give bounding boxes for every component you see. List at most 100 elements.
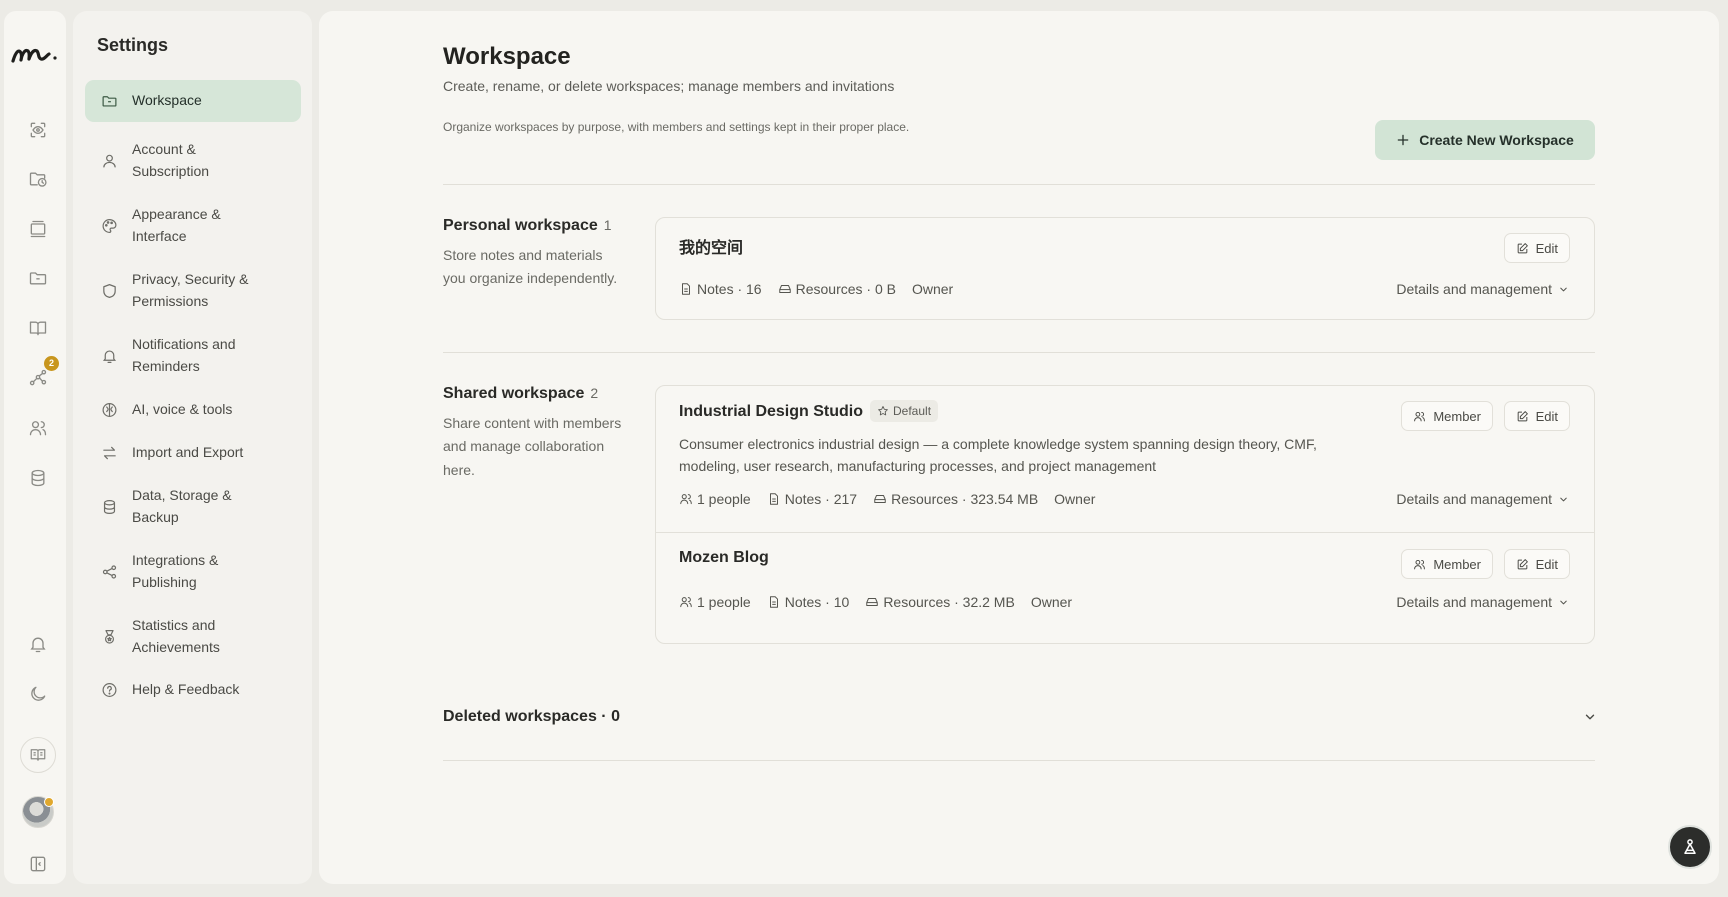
people-stat: 1 people xyxy=(679,491,751,507)
workspace-name: 我的空间 xyxy=(679,240,744,257)
create-workspace-label: Create New Workspace xyxy=(1419,132,1574,148)
brain-icon xyxy=(101,402,118,419)
notes-stat: Notes · 10 xyxy=(767,594,849,610)
resources-stat: Resources · 32.2 MB xyxy=(865,594,1015,610)
focus-icon[interactable] xyxy=(22,114,54,146)
file-icon xyxy=(767,595,781,609)
edit-icon xyxy=(1516,558,1529,571)
nav-item-account[interactable]: Account & Subscription xyxy=(85,128,301,193)
users-icon xyxy=(679,595,693,609)
users-icon xyxy=(1413,558,1426,571)
database-icon[interactable] xyxy=(22,462,54,494)
nav-item-help[interactable]: Help & Feedback xyxy=(85,669,301,711)
workspace-meta: Notes · 16 Resources · 0 B Owner xyxy=(679,281,969,297)
shared-section-title: Shared workspace 2 xyxy=(443,385,598,403)
notes-stat: Notes · 217 xyxy=(767,491,857,507)
personal-workspace-card: 我的空间 Edit Notes · 16 Resources · 0 B Own… xyxy=(655,217,1595,320)
edit-button[interactable]: Edit xyxy=(1503,549,1570,579)
bell-icon[interactable] xyxy=(22,628,54,660)
share-icon xyxy=(101,563,118,580)
deleted-workspaces-toggle[interactable]: Deleted workspaces · 0 xyxy=(443,708,620,726)
guide-book-icon[interactable] xyxy=(20,737,56,773)
resources-size: Resources · 0 B xyxy=(795,281,896,297)
workspace-name: Industrial Design Studio xyxy=(679,403,864,420)
workspace-row: Mozen Blog Member Edit 1 people Notes · … xyxy=(656,532,1594,643)
book-open-icon[interactable] xyxy=(22,312,54,344)
people-count: 1 people xyxy=(697,491,751,507)
crown-icon xyxy=(44,797,54,807)
moon-icon[interactable] xyxy=(22,678,54,710)
page-description: Organize workspaces by purpose, with mem… xyxy=(443,120,910,134)
users-icon[interactable] xyxy=(22,412,54,444)
people-count: 1 people xyxy=(697,594,751,610)
chevron-down-icon[interactable] xyxy=(1583,710,1597,729)
app-logo[interactable] xyxy=(9,44,61,71)
details-and-management[interactable]: Details and management xyxy=(1396,281,1569,297)
edit-label: Edit xyxy=(1535,240,1558,256)
help-icon xyxy=(101,682,118,699)
details-and-management[interactable]: Details and management xyxy=(1396,491,1569,507)
folder-icon[interactable] xyxy=(22,262,54,294)
nav-item-data[interactable]: Data, Storage & Backup xyxy=(85,474,301,539)
default-badge: Default xyxy=(870,400,939,422)
notes-stat: Notes · 16 xyxy=(679,281,762,297)
details-label: Details and management xyxy=(1396,281,1552,297)
folder-clock-icon[interactable] xyxy=(22,163,54,195)
nav-item-import-export[interactable]: Import and Export xyxy=(85,432,301,474)
medal-icon xyxy=(101,628,118,645)
divider xyxy=(443,184,1595,185)
arrows-icon xyxy=(101,445,118,462)
personal-section-title: Personal workspace 1 xyxy=(443,217,612,235)
personal-count: 1 xyxy=(603,217,612,233)
edit-icon xyxy=(1516,410,1529,423)
palette-icon xyxy=(101,217,118,234)
layers-icon[interactable] xyxy=(22,213,54,245)
settings-nav: Workspace Account & Subscription Appeara… xyxy=(85,80,301,711)
user-icon xyxy=(101,152,118,169)
workspace-description: Consumer electronics industrial design —… xyxy=(679,436,1317,474)
workspace-row: Industrial Design Studio Default Member … xyxy=(656,386,1594,532)
nav-item-statistics[interactable]: Statistics and Achievements xyxy=(85,604,301,669)
edit-button[interactable]: Edit xyxy=(1503,401,1570,431)
shield-icon xyxy=(101,282,118,299)
assistant-fab-icon[interactable] xyxy=(1668,825,1712,869)
nav-item-privacy[interactable]: Privacy, Security & Permissions xyxy=(85,258,301,323)
create-workspace-button[interactable]: Create New Workspace xyxy=(1375,120,1595,160)
nav-item-label: AI, voice & tools xyxy=(132,401,233,418)
workspace-meta: 1 people Notes · 10 Resources · 32.2 MB … xyxy=(679,594,1088,610)
drive-icon xyxy=(865,595,879,609)
role-label: Owner xyxy=(1030,594,1073,610)
nav-item-notifications[interactable]: Notifications and Reminders xyxy=(85,323,301,388)
nav-item-label: Help & Feedback xyxy=(132,681,240,698)
nav-item-integrations[interactable]: Integrations & Publishing xyxy=(85,539,301,604)
edit-label: Edit xyxy=(1535,408,1558,424)
workspace-name: Mozen Blog xyxy=(679,549,769,566)
settings-panel: Settings Workspace Account & Subscriptio… xyxy=(73,11,312,884)
member-button[interactable]: Member xyxy=(1401,401,1493,431)
edit-label: Edit xyxy=(1535,556,1558,572)
shared-section-description: Share content with members and manage co… xyxy=(443,415,622,478)
role-label: Owner xyxy=(911,281,954,297)
nav-item-ai[interactable]: AI, voice & tools xyxy=(85,388,301,432)
nav-item-workspace[interactable]: Workspace xyxy=(85,80,301,122)
bell-icon xyxy=(101,347,118,364)
nav-item-label: Data, Storage & Backup xyxy=(132,487,232,525)
member-button[interactable]: Member xyxy=(1401,549,1493,579)
page-subtitle: Create, rename, or delete workspaces; ma… xyxy=(443,78,895,94)
nav-item-label: Appearance & Interface xyxy=(132,206,221,244)
file-icon xyxy=(679,282,693,296)
icon-rail: 2 xyxy=(4,11,66,884)
database-icon xyxy=(101,498,118,515)
role-label: Owner xyxy=(1054,491,1096,507)
users-icon xyxy=(679,492,693,506)
edit-button[interactable]: Edit xyxy=(1503,233,1570,263)
personal-title: Personal workspace xyxy=(443,217,598,234)
details-and-management[interactable]: Details and management xyxy=(1396,594,1569,610)
nav-item-appearance[interactable]: Appearance & Interface xyxy=(85,193,301,258)
nav-item-label: Privacy, Security & Permissions xyxy=(132,271,249,309)
default-badge-label: Default xyxy=(893,404,932,418)
sidebar-toggle-icon[interactable] xyxy=(22,848,54,880)
main-content: Workspace Create, rename, or delete work… xyxy=(319,11,1719,884)
divider xyxy=(443,352,1595,353)
drive-icon xyxy=(873,492,887,506)
